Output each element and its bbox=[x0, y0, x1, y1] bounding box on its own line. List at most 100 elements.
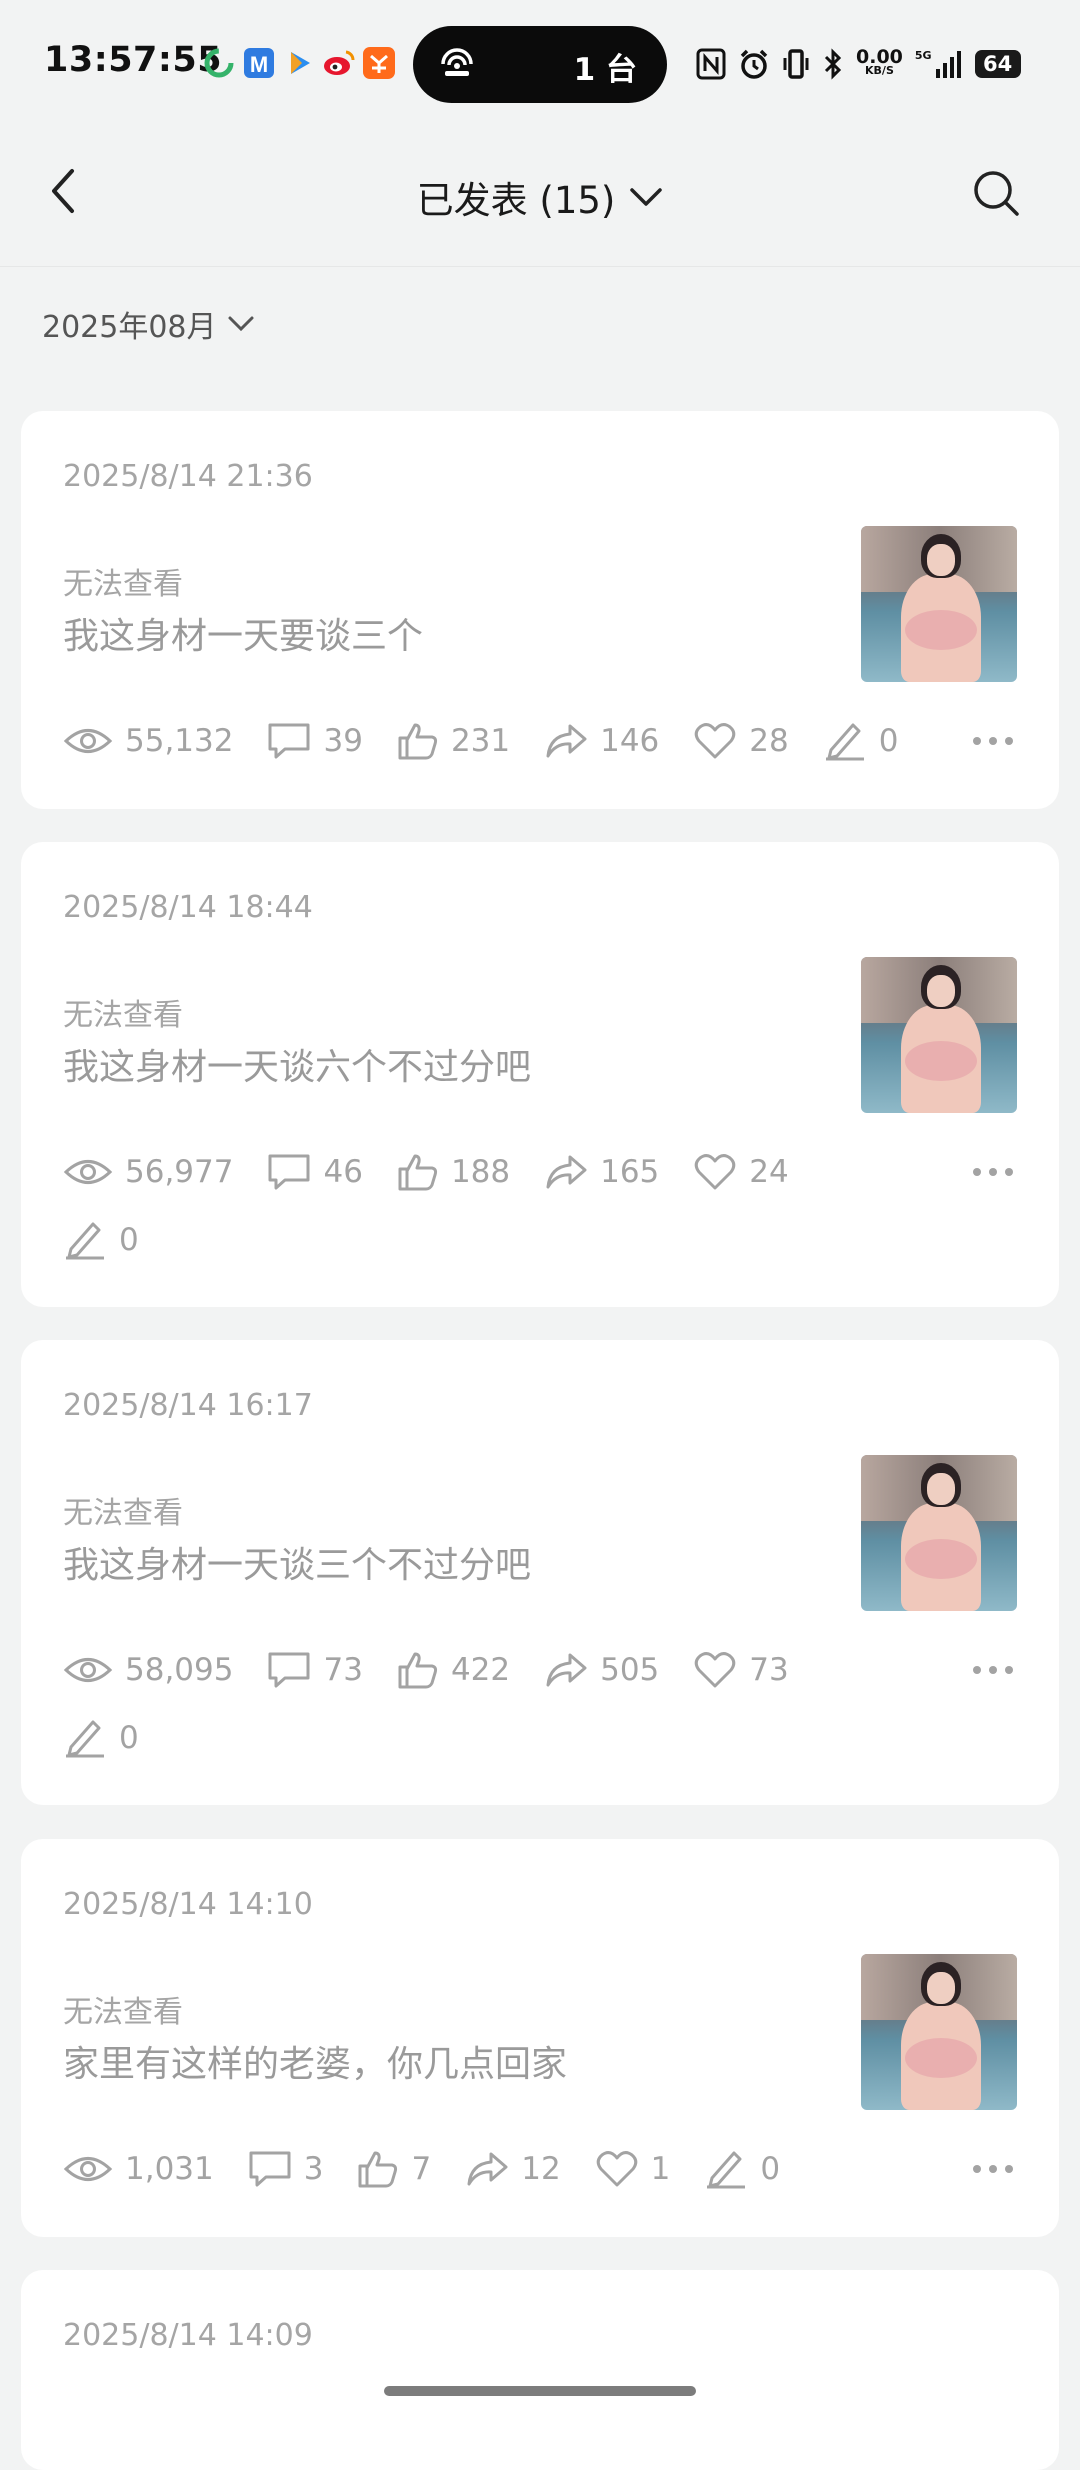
more-options-button[interactable] bbox=[971, 1660, 1015, 1680]
bluetooth-icon bbox=[824, 48, 842, 80]
stat-views: 55,132 bbox=[63, 723, 233, 759]
title-selector[interactable]: 已发表 (15) bbox=[0, 170, 1080, 224]
stat-views: 56,977 bbox=[63, 1154, 233, 1190]
more-icon bbox=[973, 737, 1013, 745]
stat-favorites[interactable]: 28 bbox=[693, 721, 789, 761]
post-card[interactable]: 2025/8/14 14:10 无法查看 家里有这样的老婆，你几点回家 1,03… bbox=[21, 1839, 1059, 2237]
stat-edits-count: 0 bbox=[119, 1222, 139, 1258]
heart-icon bbox=[695, 723, 736, 759]
month-filter-label: 2025年08月 bbox=[42, 310, 217, 345]
share-icon bbox=[546, 724, 587, 758]
home-indicator[interactable] bbox=[384, 2386, 696, 2396]
signal-icon bbox=[935, 51, 961, 78]
post-card[interactable]: 2025/8/14 18:44 无法查看 我这身材一天谈六个不过分吧 56,97… bbox=[21, 842, 1059, 1307]
share-icon bbox=[467, 2152, 508, 2186]
post-thumbnail[interactable] bbox=[861, 1455, 1017, 1611]
share-icon bbox=[546, 1155, 587, 1189]
stat-shares-count: 12 bbox=[521, 2151, 561, 2187]
views-icon bbox=[63, 729, 113, 753]
stat-views-count: 55,132 bbox=[125, 723, 234, 759]
stat-edits[interactable]: 0 bbox=[823, 720, 898, 762]
post-stats-row-2: 0 bbox=[63, 1215, 173, 1265]
more-icon bbox=[973, 2165, 1013, 2173]
stat-comments-count: 46 bbox=[323, 1154, 363, 1190]
stat-likes-count: 231 bbox=[450, 723, 511, 759]
comment-icon bbox=[268, 723, 310, 759]
month-filter[interactable]: 2025年08月 bbox=[42, 302, 255, 346]
network-speed-value: 0.00 bbox=[856, 46, 903, 68]
stat-comments-count: 39 bbox=[323, 723, 363, 759]
more-options-button[interactable] bbox=[971, 731, 1015, 751]
post-time: 2025/8/14 18:44 bbox=[63, 890, 313, 925]
stat-favorites[interactable]: 1 bbox=[595, 2149, 671, 2189]
nfc-icon bbox=[696, 48, 726, 80]
edit-icon bbox=[825, 723, 864, 761]
svg-text:M: M bbox=[250, 52, 268, 77]
thumbs-up-icon bbox=[398, 723, 437, 760]
search-button[interactable] bbox=[971, 168, 1021, 218]
battery-level: 64 bbox=[982, 52, 1013, 76]
more-icon bbox=[973, 1666, 1013, 1674]
stat-favorites-count: 28 bbox=[749, 723, 789, 759]
stat-shares[interactable]: 505 bbox=[544, 1651, 659, 1689]
stat-shares[interactable]: 12 bbox=[465, 2150, 561, 2188]
hotspot-icon bbox=[441, 48, 473, 76]
stat-comments-count: 73 bbox=[323, 1652, 363, 1688]
stat-likes[interactable]: 422 bbox=[397, 1650, 510, 1690]
post-text: 家里有这样的老婆，你几点回家 bbox=[63, 2044, 568, 2085]
post-time: 2025/8/14 21:36 bbox=[63, 459, 313, 494]
post-thumbnail[interactable] bbox=[861, 1954, 1017, 2110]
stat-comments[interactable]: 39 bbox=[267, 721, 363, 761]
post-card[interactable]: 2025/8/14 21:36 无法查看 我这身材一天要谈三个 55,132 39… bbox=[21, 411, 1059, 809]
stat-favorites-count: 1 bbox=[650, 2151, 671, 2187]
stat-edits[interactable]: 0 bbox=[63, 1717, 139, 1759]
system-icons: 0.00 KB/S 5G 64 bbox=[696, 44, 1021, 84]
views-icon bbox=[63, 1160, 113, 1184]
stat-edits-count: 0 bbox=[760, 2151, 781, 2187]
stat-edits[interactable]: 0 bbox=[704, 2148, 780, 2190]
post-time: 2025/8/14 14:10 bbox=[63, 1887, 313, 1922]
post-card[interactable]: 2025/8/14 16:17 无法查看 我这身材一天谈三个不过分吧 58,09… bbox=[21, 1340, 1059, 1805]
stat-comments[interactable]: 46 bbox=[267, 1152, 363, 1192]
comment-icon bbox=[268, 1154, 310, 1190]
thumbs-up-icon bbox=[358, 2151, 398, 2188]
stat-views: 1,031 bbox=[63, 2151, 214, 2187]
page-title: 已发表 (15) bbox=[416, 179, 616, 222]
views-icon bbox=[63, 2157, 113, 2181]
stat-likes[interactable]: 188 bbox=[397, 1152, 510, 1192]
post-stats: 56,977 46 188 165 24 bbox=[63, 1147, 823, 1197]
stat-likes[interactable]: 231 bbox=[397, 721, 510, 761]
stat-edits[interactable]: 0 bbox=[63, 1219, 139, 1261]
comment-icon bbox=[268, 1652, 310, 1688]
stat-shares-count: 146 bbox=[600, 723, 660, 759]
vibrate-icon bbox=[783, 49, 809, 79]
heart-icon bbox=[695, 1154, 736, 1190]
views-icon bbox=[63, 1658, 113, 1682]
stat-views-count: 58,095 bbox=[125, 1652, 234, 1688]
post-text: 我这身材一天谈六个不过分吧 bbox=[63, 1047, 532, 1088]
dynamic-island[interactable]: 1 台 bbox=[413, 26, 667, 103]
more-options-button[interactable] bbox=[971, 1162, 1015, 1182]
stat-likes-count: 7 bbox=[411, 2151, 432, 2187]
post-card[interactable]: 2025/8/14 14:09 bbox=[21, 2270, 1059, 2470]
post-text: 我这身材一天要谈三个 bbox=[63, 616, 424, 657]
post-thumbnail[interactable] bbox=[861, 957, 1017, 1113]
stat-favorites-count: 24 bbox=[749, 1154, 789, 1190]
heart-icon bbox=[695, 1652, 736, 1688]
post-thumbnail[interactable] bbox=[861, 526, 1017, 682]
360-icon bbox=[202, 46, 236, 80]
stat-comments[interactable]: 73 bbox=[267, 1650, 363, 1690]
stat-shares-count: 165 bbox=[600, 1154, 660, 1190]
stat-shares[interactable]: 165 bbox=[544, 1153, 659, 1191]
stat-shares[interactable]: 146 bbox=[544, 722, 659, 760]
stat-views-count: 56,977 bbox=[125, 1154, 234, 1190]
post-status: 无法查看 bbox=[63, 1995, 183, 2030]
stat-shares-count: 505 bbox=[600, 1652, 660, 1688]
stat-likes-count: 422 bbox=[450, 1652, 511, 1688]
more-options-button[interactable] bbox=[971, 2159, 1015, 2179]
stat-likes[interactable]: 7 bbox=[357, 2149, 431, 2189]
stat-favorites[interactable]: 73 bbox=[693, 1650, 789, 1690]
post-status: 无法查看 bbox=[63, 567, 183, 602]
stat-comments[interactable]: 3 bbox=[248, 2149, 323, 2189]
stat-favorites[interactable]: 24 bbox=[693, 1152, 789, 1192]
